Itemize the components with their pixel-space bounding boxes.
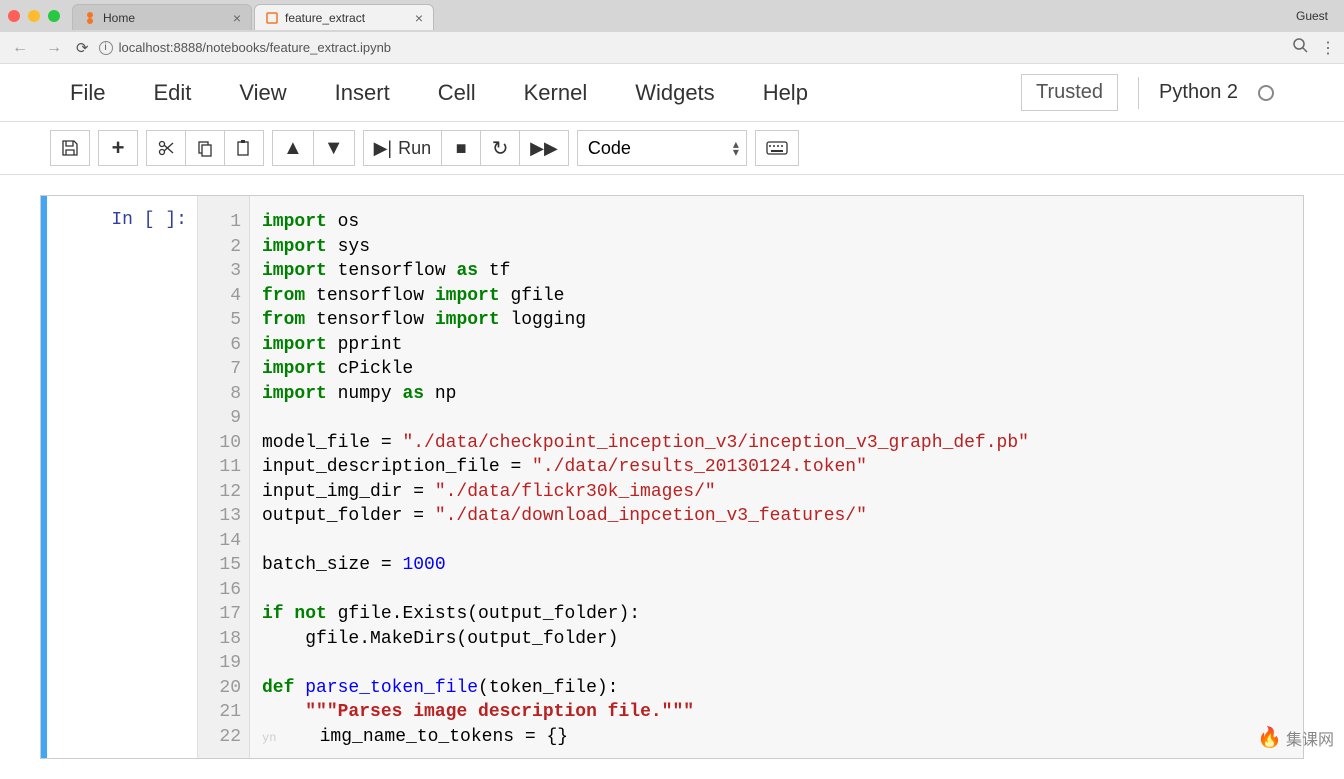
close-tab-icon[interactable]: × xyxy=(415,10,423,26)
minimize-window-button[interactable] xyxy=(28,10,40,22)
menu-file[interactable]: File xyxy=(70,80,105,106)
restart-button[interactable]: ↻ xyxy=(480,130,520,166)
copy-icon xyxy=(196,139,214,157)
tab-title: Home xyxy=(103,11,135,25)
browser-address-bar: ← → ⟳ i localhost:8888/notebooks/feature… xyxy=(0,32,1344,64)
arrow-up-icon: ▲ xyxy=(283,137,303,160)
separator xyxy=(1138,77,1139,109)
restart-run-all-button[interactable]: ▶▶ xyxy=(519,130,569,166)
menu-items: File Edit View Insert Cell Kernel Widget… xyxy=(70,80,808,106)
site-info-icon[interactable]: i xyxy=(99,41,113,55)
kernel-name[interactable]: Python 2 xyxy=(1159,81,1238,104)
notebook-toolbar: + ▲ ▼ ▶| Run ■ ↻ ▶▶ Code ▴▾ xyxy=(0,122,1344,175)
move-up-button[interactable]: ▲ xyxy=(272,130,314,166)
scissors-icon xyxy=(157,139,175,157)
watermark-text: 集课网 xyxy=(1286,726,1334,750)
menu-cell[interactable]: Cell xyxy=(438,80,476,106)
cut-button[interactable] xyxy=(146,130,186,166)
tab-title: feature_extract xyxy=(285,11,365,25)
stop-icon: ■ xyxy=(456,138,467,159)
input-prompt: In [ ]: xyxy=(47,196,197,758)
close-tab-icon[interactable]: × xyxy=(233,10,241,26)
reload-button[interactable]: ⟳ xyxy=(76,39,89,57)
browser-tab-home[interactable]: Home × xyxy=(72,4,252,30)
close-window-button[interactable] xyxy=(8,10,20,22)
copy-button[interactable] xyxy=(185,130,225,166)
celltype-select[interactable]: Code ▴▾ xyxy=(577,130,747,166)
back-button[interactable]: ← xyxy=(8,39,32,57)
move-down-button[interactable]: ▼ xyxy=(313,130,355,166)
paste-icon xyxy=(235,139,253,157)
run-icon: ▶| xyxy=(374,138,393,159)
notebook-container: In [ ]: 12345678910111213141516171819202… xyxy=(0,175,1344,779)
menu-view[interactable]: View xyxy=(239,80,286,106)
url-text: localhost:8888/notebooks/feature_extract… xyxy=(119,40,391,55)
code-content[interactable]: import osimport sysimport tensorflow as … xyxy=(250,196,1303,758)
kernel-status-icon xyxy=(1258,85,1274,101)
paste-button[interactable] xyxy=(224,130,264,166)
restart-icon: ↻ xyxy=(492,136,509,161)
browser-tab-notebook[interactable]: feature_extract × xyxy=(254,4,434,30)
celltype-value: Code xyxy=(588,138,631,159)
keyboard-icon xyxy=(766,141,788,155)
add-cell-button[interactable]: + xyxy=(98,130,138,166)
forward-button[interactable]: → xyxy=(42,39,66,57)
arrow-down-icon: ▼ xyxy=(324,137,344,160)
browser-tabs: Home × feature_extract × xyxy=(72,2,1296,30)
trusted-indicator[interactable]: Trusted xyxy=(1021,74,1118,111)
window-controls xyxy=(8,10,60,22)
code-editor[interactable]: 12345678910111213141516171819202122 impo… xyxy=(197,196,1303,758)
browser-tab-strip: Home × feature_extract × Guest xyxy=(0,0,1344,32)
menu-widgets[interactable]: Widgets xyxy=(635,80,714,106)
fast-forward-icon: ▶▶ xyxy=(530,138,558,159)
run-button[interactable]: ▶| Run xyxy=(363,130,443,166)
command-palette-button[interactable] xyxy=(755,130,799,166)
guest-label[interactable]: Guest xyxy=(1296,9,1336,23)
code-cell[interactable]: In [ ]: 12345678910111213141516171819202… xyxy=(40,195,1304,759)
run-label: Run xyxy=(398,138,431,159)
menu-help[interactable]: Help xyxy=(763,80,808,106)
save-icon xyxy=(61,139,79,157)
stop-button[interactable]: ■ xyxy=(441,130,481,166)
line-number-gutter: 12345678910111213141516171819202122 xyxy=(198,196,250,758)
url-field[interactable]: i localhost:8888/notebooks/feature_extra… xyxy=(99,40,1282,55)
save-button[interactable] xyxy=(50,130,90,166)
menu-kernel[interactable]: Kernel xyxy=(524,80,588,106)
notebook-menubar: File Edit View Insert Cell Kernel Widget… xyxy=(0,64,1344,122)
notebook-icon xyxy=(265,11,279,25)
menu-edit[interactable]: Edit xyxy=(153,80,191,106)
jupyter-icon xyxy=(83,11,97,25)
browser-menu-icon[interactable]: ⋮ xyxy=(1320,38,1336,58)
watermark: 🔥 集课网 xyxy=(1257,725,1334,750)
menu-insert[interactable]: Insert xyxy=(335,80,390,106)
maximize-window-button[interactable] xyxy=(48,10,60,22)
plus-icon: + xyxy=(112,135,125,161)
zoom-icon[interactable] xyxy=(1292,37,1308,58)
flame-icon: 🔥 xyxy=(1257,725,1282,750)
